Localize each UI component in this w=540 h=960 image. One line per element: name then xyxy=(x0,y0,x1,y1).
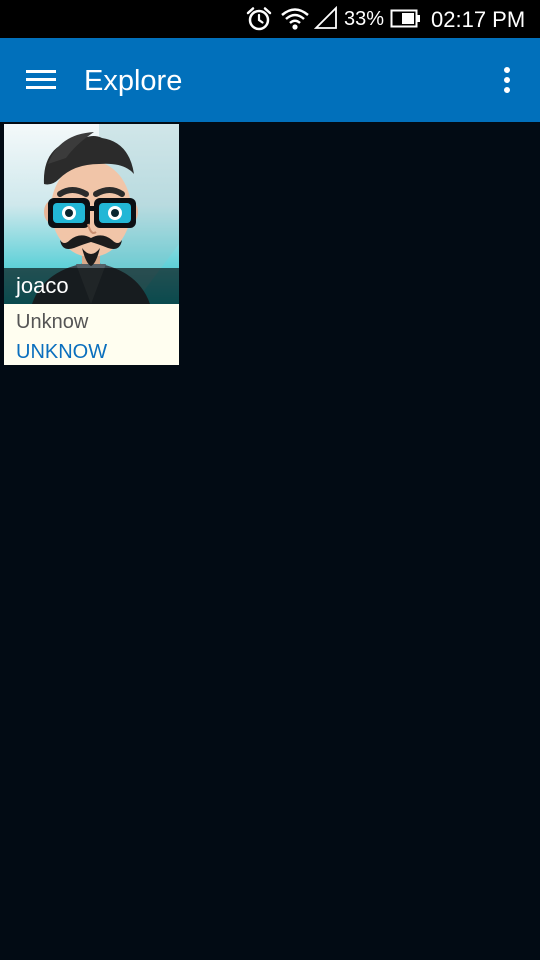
wifi-icon xyxy=(281,8,309,30)
app-bar: Explore xyxy=(0,38,540,122)
signal-icon xyxy=(314,6,337,29)
battery-icon xyxy=(390,9,420,28)
user-action-link[interactable]: UNKNOW xyxy=(16,341,107,364)
clock: 02:17 PM xyxy=(431,7,526,32)
hamburger-menu-icon[interactable] xyxy=(16,56,66,104)
profile-card[interactable]: joaco Unknow UNKNOW xyxy=(4,124,179,365)
user-status: Unknow xyxy=(16,311,89,333)
alarm-icon xyxy=(246,7,272,31)
status-bar: 33% 02:17 PM xyxy=(0,0,540,38)
name-overlay: joaco xyxy=(4,268,179,304)
overflow-menu-icon[interactable] xyxy=(490,56,524,104)
page-title: Explore xyxy=(84,65,183,97)
user-name: joaco xyxy=(16,273,69,298)
battery-percent: 33% xyxy=(344,8,385,30)
